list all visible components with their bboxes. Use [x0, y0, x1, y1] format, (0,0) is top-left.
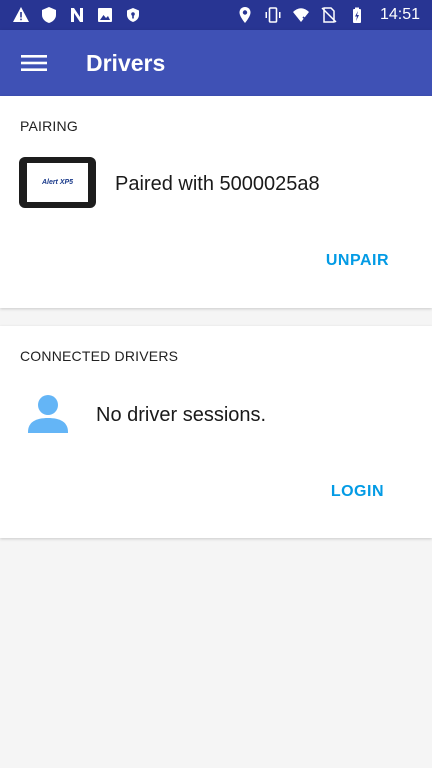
shield-icon: [40, 6, 58, 24]
menu-button[interactable]: [0, 30, 68, 96]
status-bar-notifications: [12, 0, 142, 30]
device-image-label: Alert XP5: [27, 163, 88, 202]
vibrate-icon: [264, 6, 282, 24]
hamburger-menu-icon: [21, 54, 47, 72]
image-icon: [96, 6, 114, 24]
person-icon: [26, 392, 70, 436]
page-title: Drivers: [86, 49, 166, 76]
unpair-button[interactable]: UNPAIR: [326, 252, 389, 270]
device-image: Alert XP5: [19, 157, 96, 208]
wifi-icon: [292, 6, 310, 24]
pairing-section-title: PAIRING: [20, 118, 78, 134]
login-button[interactable]: LOGIN: [331, 483, 384, 501]
n-icon: [68, 6, 86, 24]
pairing-status-text: Paired with 5000025a8: [115, 173, 320, 195]
location-icon: [236, 6, 254, 24]
status-bar-time: 14:51: [379, 6, 420, 23]
connected-drivers-card: CONNECTED DRIVERS No driver sessions. LO…: [0, 326, 432, 538]
connected-drivers-section-title: CONNECTED DRIVERS: [20, 348, 179, 364]
battery-charging-icon: [348, 6, 366, 24]
status-bar: 14:51: [0, 0, 432, 30]
no-sim-icon: [320, 6, 338, 24]
driver-sessions-status-text: No driver sessions.: [96, 404, 267, 426]
pairing-card: PAIRING Alert XP5 Paired with 5000025a8 …: [0, 96, 432, 308]
status-bar-system: 14:51: [236, 0, 420, 30]
warning-icon: [12, 6, 30, 24]
app-bar: Drivers: [0, 30, 432, 96]
shield-small-icon: [124, 6, 142, 24]
